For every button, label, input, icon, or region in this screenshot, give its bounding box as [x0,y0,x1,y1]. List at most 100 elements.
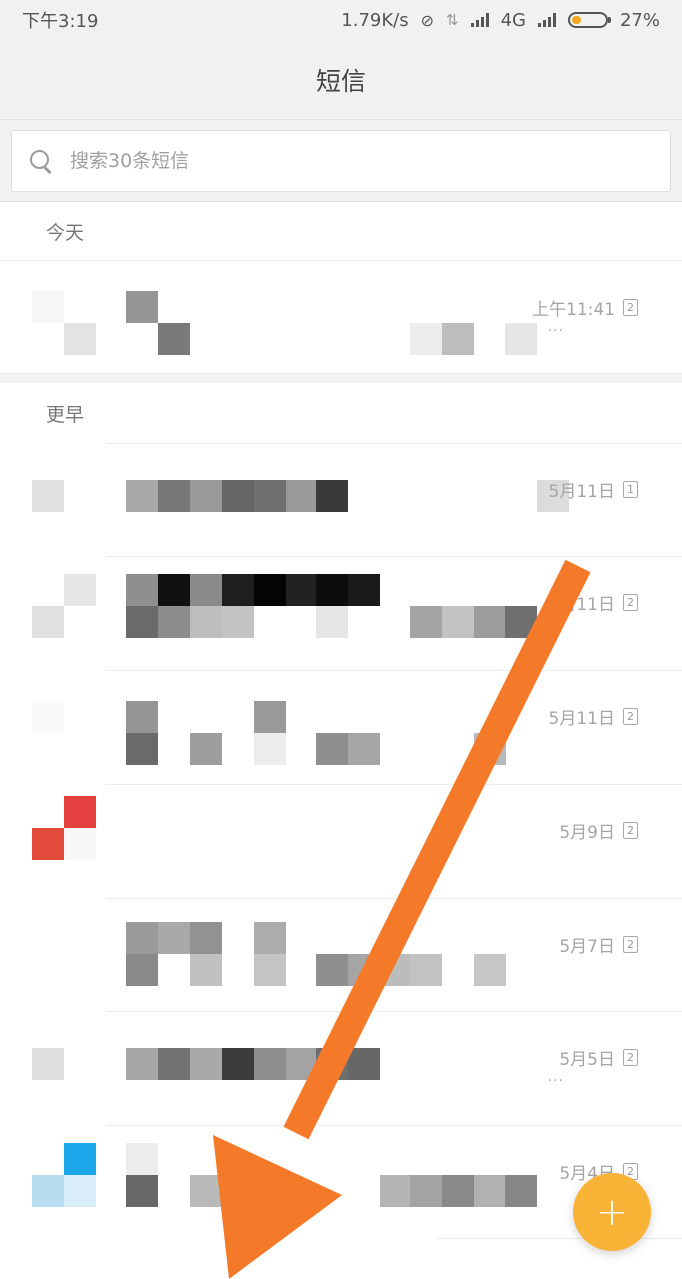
search-input[interactable] [70,150,610,172]
page-title: 短信 [315,66,366,96]
preview-redacted [505,1175,537,1207]
conversation-item[interactable]: 5月11日 1 [0,443,682,556]
preview-redacted [474,733,506,765]
battery-percent: 27% [619,9,660,31]
sim-badge: 2 [623,594,638,611]
signal-icon-2 [537,13,556,27]
sender-name-redacted [126,701,158,733]
conversation-item[interactable]: 5月7日 2 [0,898,682,1011]
message-meta: 5月11日 1 [549,477,638,502]
sender-name-redacted [190,480,222,512]
row-divider [436,1238,682,1239]
preview-redacted [474,954,506,986]
preview-redacted [126,1175,158,1207]
sim-badge: 2 [623,299,638,316]
sender-name-redacted [254,701,286,733]
conversation-item[interactable]: 5月9日 2 [0,784,682,897]
sender-name-redacted [348,574,380,606]
preview-redacted [442,606,474,638]
sender-name-redacted [254,1048,286,1080]
section-label-today: 今天 [46,221,85,244]
sender-name-redacted [222,1048,254,1080]
preview-redacted [316,733,348,765]
avatar-pixel [32,606,64,638]
network-type: 4G [500,9,526,31]
preview-redacted [190,733,222,765]
conversation-item[interactable]: 5月11日 2 [0,556,682,669]
sender-name-redacted [158,922,190,954]
preview-redacted [158,606,190,638]
preview-redacted [190,1175,222,1207]
preview-redacted [254,733,286,765]
preview-redacted [316,606,348,638]
sender-name-redacted [254,574,286,606]
preview-redacted [348,733,380,765]
preview-redacted [126,954,158,986]
sender-name-redacted [158,574,190,606]
preview-redacted [190,606,222,638]
conversation-item[interactable]: 上午11:41 2 ··· [0,260,682,373]
sim-badge: 2 [623,822,638,839]
row-divider [106,1125,682,1126]
battery-icon [567,12,611,28]
sender-name-redacted [286,1048,318,1080]
preview-redacted [410,606,442,638]
avatar-pixel [32,1175,64,1207]
avatar-pixel [64,1175,96,1207]
row-divider [106,670,682,671]
preview-redacted [474,606,506,638]
sender-name-redacted [316,574,348,606]
avatar [64,1143,96,1175]
message-time: 5月5日 [559,1050,615,1070]
row-divider [106,556,682,557]
new-message-button[interactable]: + [573,1173,651,1251]
sender-name-redacted [254,480,286,512]
sender-name-redacted [126,1143,158,1175]
sender-name-redacted [126,480,158,512]
app-header: 短信 [0,40,682,120]
message-time: 5月11日 [548,595,615,615]
preview-redacted [126,733,158,765]
mute-alarm-icon: ⊘ [420,10,434,30]
message-meta: 5月5日 2 [559,1045,638,1070]
preview-redacted [474,1175,506,1207]
section-header-today: 今天 [0,202,682,260]
avatar-pixel [32,828,64,860]
avatar [32,291,64,323]
signal-icon [470,13,489,27]
status-time: 下午3:19 [22,11,99,32]
sender-name-redacted [286,480,318,512]
sender-name-redacted [126,574,158,606]
section-header-earlier: 更早 [0,383,682,443]
message-time: 5月11日 [548,482,615,502]
sim-badge: 2 [623,936,638,953]
conversation-item[interactable]: 5月5日 2 ··· [0,1011,682,1124]
sender-name-redacted [158,323,190,355]
sender-name-redacted [348,1048,380,1080]
preview-redacted [410,1175,442,1207]
preview-redacted [410,323,442,355]
preview-redacted [442,1175,474,1207]
sender-name-redacted [158,1048,190,1080]
search-icon [30,150,52,172]
row-divider [106,1011,682,1012]
preview-redacted [380,1175,412,1207]
preview-redacted [505,323,537,355]
sender-name-redacted [126,922,158,954]
status-bar: 下午3:19 1.79K/s ⊘ ⇅ 4G 27% [0,0,682,40]
avatar [32,480,64,512]
message-meta: 5月7日 2 [559,932,638,957]
preview-redacted [380,954,412,986]
more-dots: ··· [547,323,564,339]
search-box[interactable] [11,130,671,192]
sender-name-redacted [190,1048,222,1080]
sim-badge: 1 [623,481,638,498]
message-time: 5月9日 [559,823,615,843]
sender-name-redacted [126,1048,158,1080]
sender-name-redacted [190,574,222,606]
sender-name-redacted [158,480,190,512]
preview-redacted [222,606,254,638]
conversation-item[interactable]: 5月11日 2 [0,670,682,783]
preview-redacted [316,954,348,986]
preview-redacted [126,606,158,638]
